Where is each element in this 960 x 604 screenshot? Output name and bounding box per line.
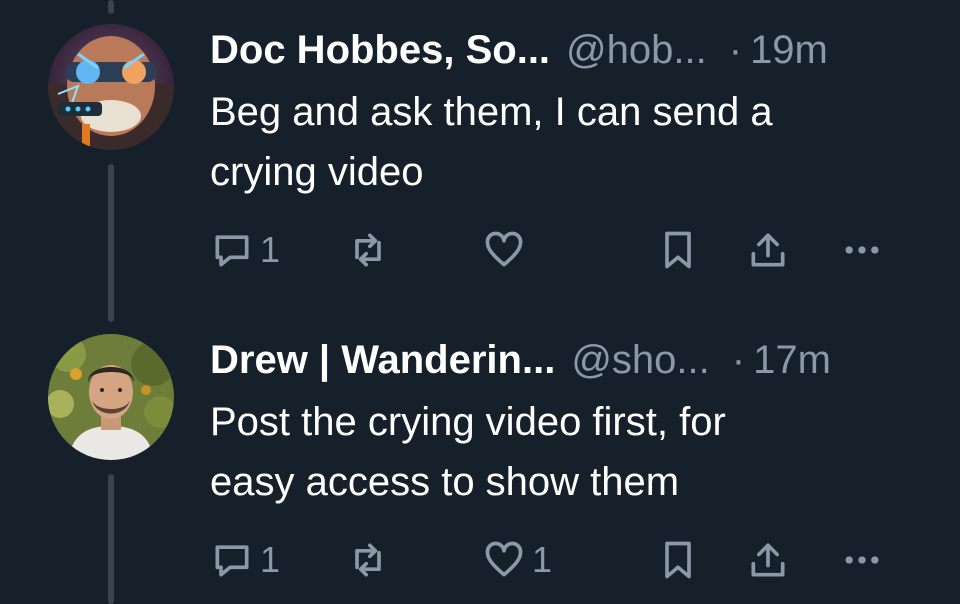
share-icon (751, 543, 785, 577)
share-button[interactable] (746, 220, 790, 280)
like-button[interactable] (482, 220, 532, 280)
tweet-text: Post the crying video first, for easy ac… (210, 392, 930, 512)
reply-button[interactable]: 1 (210, 220, 280, 280)
more-button[interactable] (840, 220, 884, 280)
separator-dot: · (731, 338, 746, 382)
thread-line-top (108, 0, 114, 14)
share-button[interactable] (746, 530, 790, 590)
tweet-header: Doc Hobbes, So... @hob... · 19m (210, 20, 828, 80)
retweet-button[interactable] (346, 530, 396, 590)
bookmark-button[interactable] (656, 530, 700, 590)
speech-bubble-icon (215, 545, 249, 577)
like-count: 1 (532, 539, 553, 580)
reply-count: 1 (260, 539, 281, 580)
reply-button[interactable]: 1 (210, 530, 280, 590)
share-icon (751, 233, 785, 267)
reply-tweet[interactable]: Drew | Wanderin... @sho... · 17m Post th… (0, 330, 960, 604)
speech-bubble-icon (215, 235, 249, 267)
heart-icon (485, 541, 523, 577)
user-handle[interactable]: @sho... (571, 330, 709, 390)
retweet-icon (355, 233, 381, 267)
reply-tweet[interactable]: Doc Hobbes, So... @hob... · 19m Beg and … (0, 20, 960, 310)
heart-icon (485, 231, 523, 267)
avatar-image (48, 24, 174, 150)
avatar[interactable] (48, 24, 174, 150)
separator-dot: · (728, 28, 743, 72)
tweet-header: Drew | Wanderin... @sho... · 17m (210, 330, 831, 390)
retweet-button[interactable] (346, 220, 396, 280)
bookmark-icon (665, 541, 691, 579)
timestamp[interactable]: 17m (753, 330, 831, 390)
tweet-text-line: crying video (210, 150, 424, 194)
more-icon (845, 556, 879, 564)
display-name[interactable]: Drew | Wanderin... (210, 330, 555, 390)
retweet-icon (355, 543, 381, 577)
more-icon (845, 246, 879, 254)
bookmark-button[interactable] (656, 220, 700, 280)
reply-count: 1 (260, 229, 281, 270)
like-button[interactable]: 1 (482, 530, 552, 590)
user-handle[interactable]: @hob... (566, 20, 707, 80)
tweet-text-line: Beg and ask them, I can send a (210, 90, 773, 134)
timestamp[interactable]: 19m (750, 20, 828, 80)
bookmark-icon (665, 231, 691, 269)
tweet-text: Beg and ask them, I can send a crying vi… (210, 82, 930, 202)
tweet-text-line: Post the crying video first, for (210, 400, 726, 444)
tweet-text-line: easy access to show them (210, 460, 680, 504)
action-bar: 1 (210, 220, 930, 280)
more-button[interactable] (840, 530, 884, 590)
display-name[interactable]: Doc Hobbes, So... (210, 20, 550, 80)
action-bar: 1 1 (210, 530, 930, 590)
avatar[interactable] (48, 334, 174, 460)
avatar-image (48, 334, 174, 460)
